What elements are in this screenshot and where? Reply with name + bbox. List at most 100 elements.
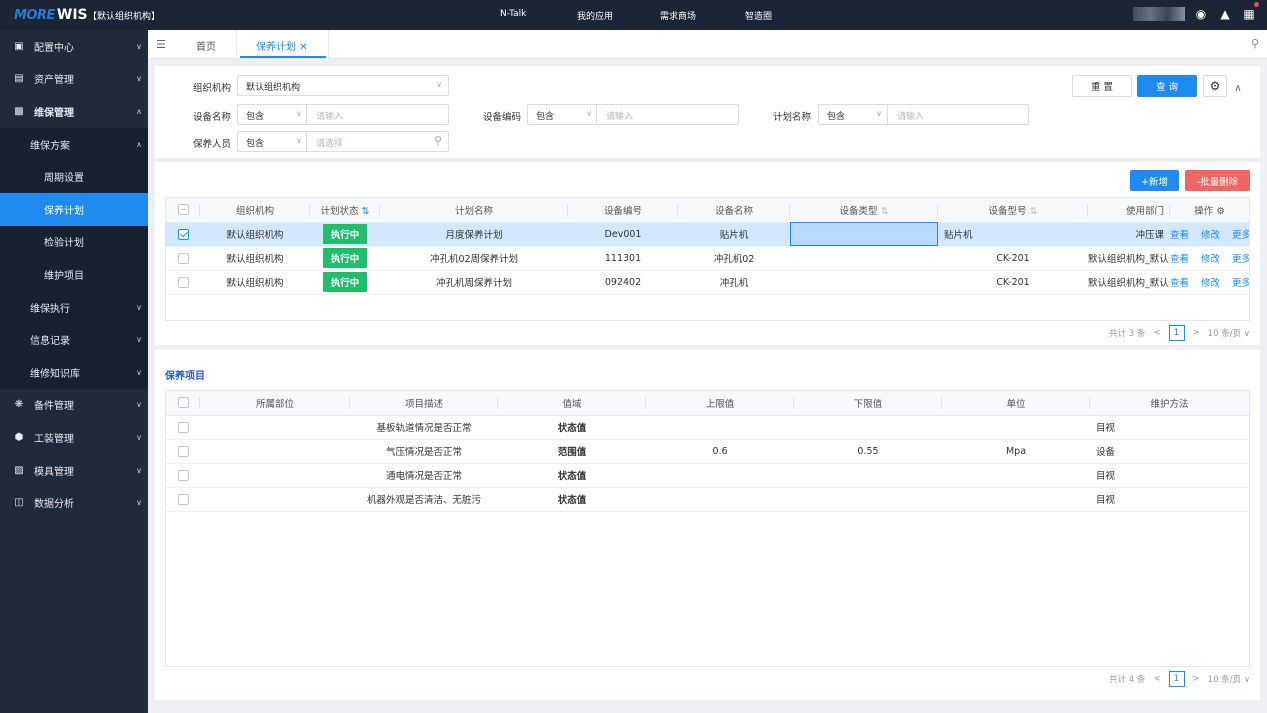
table-row[interactable]: 默认组织机构 执行中 月度保养计划 Dev001 贴片机 贴片机 冲压课 查看 修… [166,222,1249,247]
sidebar-item-assets[interactable]: ▤ 资产管理 ∨ [0,63,148,96]
nav-smart-circle[interactable]: 智造圈 [745,9,772,22]
more-link[interactable]: 更多∨ [1232,230,1249,241]
org-select[interactable]: 默认组织机构 ∨ [237,75,449,96]
view-link[interactable]: 查看 [1170,254,1189,265]
apps-icon[interactable]: ▦ [1241,2,1259,22]
select-all-checkbox[interactable] [177,204,189,216]
select-all-checkbox[interactable] [177,397,189,409]
table-row[interactable]: 机器外观是否清洁、无脏污 状态值 目视 [166,487,1249,512]
table-row[interactable]: 默认组织机构 执行中 冲孔机02周保养计划 111301 冲孔机02 CK-20… [166,246,1249,271]
sort-icon[interactable]: ⇅ [362,206,370,217]
sidebar-item-spare-parts[interactable]: ❋ 备件管理 ∨ [0,389,148,422]
col-header-unit: 单位 [942,391,1090,416]
more-link[interactable]: 更多∨ [1232,254,1249,265]
gear-icon[interactable]: ⚙ [1216,206,1225,217]
sidebar-item-maintenance-items[interactable]: 维护项目 [0,258,148,291]
sidebar-item-tooling[interactable]: ⬢ 工装管理 ∨ [0,421,148,454]
prev-page-icon[interactable]: < [1153,674,1160,684]
row-checkbox[interactable] [177,252,189,264]
current-org[interactable]: 【默认组织机构】 [88,9,160,22]
header-label: 设备编号 [603,205,642,217]
page-number[interactable]: 1 [1168,671,1185,687]
equip-name-op-select[interactable]: 包含 [246,109,264,122]
cell-lower [794,415,942,440]
row-checkbox[interactable] [177,469,189,481]
row-checkbox[interactable] [177,228,189,240]
sidebar-item-label: 维保管理 [34,107,74,119]
page-size-select[interactable]: 10 条/页 ∨ [1208,327,1250,339]
sort-icon[interactable]: ⇅ [1030,206,1038,217]
equip-name-input[interactable]: 请输入 [316,109,343,122]
sidebar-item-cycle-settings[interactable]: 周期设置 [0,160,148,193]
tab-home[interactable]: 首页 [196,38,216,53]
sidebar-item-config[interactable]: ▣ 配置中心 ∨ [0,30,148,63]
tab-upkeep-plan[interactable]: 保养计划 ✕ [256,38,308,53]
add-button[interactable]: +新增 [1130,170,1179,191]
cell-actions: 查看 修改 更多∨ [1170,270,1249,295]
table-row[interactable]: 基板轨道情况是否正常 状态值 目视 [166,415,1249,440]
table-row[interactable]: 默认组织机构 执行中 冲孔机周保养计划 092402 冲孔机 CK-201 默认… [166,270,1249,295]
nav-demand-market[interactable]: 需求商场 [660,9,696,22]
table-row[interactable]: 通电情况是否正常 状态值 目视 [166,463,1249,488]
nav-ntalk[interactable]: N-Talk [500,9,526,19]
table-row[interactable]: 气压情况是否正常 范围值 0.6 0.55 Mpa 设备 [166,439,1249,464]
plan-name-op-select[interactable]: 包含 [827,109,845,122]
edit-link[interactable]: 修改 [1201,230,1220,241]
equip-code-op-select[interactable]: 包含 [536,109,554,122]
sort-icon[interactable]: ⇅ [881,206,889,217]
sidebar-item-knowledge-base[interactable]: 维修知识库 ∨ [0,356,148,389]
edit-link[interactable]: 修改 [1201,278,1220,289]
shirt-icon[interactable]: ▲ [1217,6,1233,22]
reset-button[interactable]: 重 置 [1072,75,1132,97]
sidebar-item-molds[interactable]: ▨ 模具管理 ∨ [0,454,148,487]
user-icon[interactable]: ◉ [1193,6,1209,22]
logo[interactable]: MORE WIS [14,5,88,25]
menu-collapse-icon[interactable]: ☰ [156,38,166,51]
person-select[interactable]: 请选择 [316,136,343,149]
field-divider [306,132,307,151]
close-icon[interactable]: ✕ [299,42,307,53]
sidebar-item-label: 检验计划 [44,238,84,250]
col-header-dept: 使用部门 [1088,198,1170,223]
sidebar-item-info-records[interactable]: 信息记录 ∨ [0,323,148,356]
row-checkbox[interactable] [177,445,189,457]
row-checkbox[interactable] [177,421,189,433]
view-link[interactable]: 查看 [1170,230,1189,241]
search-icon[interactable]: ⚲ [1251,37,1259,50]
sidebar-item-inspection-plan[interactable]: 检验计划 [0,226,148,259]
equip-code-input[interactable]: 请输入 [606,109,633,122]
prev-page-icon[interactable]: < [1153,328,1160,338]
plan-name-input[interactable]: 请输入 [897,109,924,122]
more-link[interactable]: 更多∨ [1232,278,1249,289]
avatar[interactable] [1133,7,1185,21]
query-button[interactable]: 查 询 [1137,75,1197,97]
row-checkbox[interactable] [177,276,189,288]
sidebar-item-upkeep-plan[interactable]: 保养计划 [0,192,148,226]
col-header-equip-type[interactable]: 设备类型 ⇅ [790,198,938,223]
row-select [166,270,200,295]
col-header-status[interactable]: 计划状态 ⇅ [310,198,380,223]
sidebar-item-maintenance-exec[interactable]: 维保执行 ∨ [0,291,148,324]
collapse-filter-button[interactable]: ∧ [1231,77,1245,99]
next-page-icon[interactable]: > [1193,674,1200,684]
batch-delete-button[interactable]: -批量删除 [1185,170,1250,191]
page-size-select[interactable]: 10 条/页 ∨ [1208,673,1250,685]
next-page-icon[interactable]: > [1193,328,1200,338]
col-header-equip-code: 设备编号 [568,198,678,223]
view-link[interactable]: 查看 [1170,278,1189,289]
nav-my-apps[interactable]: 我的应用 [577,9,613,22]
row-checkbox[interactable] [177,493,189,505]
cell-unit: Mpa [942,439,1090,464]
search-icon[interactable]: ⚲ [434,134,442,147]
settings-button[interactable]: ⚙ [1203,75,1227,97]
col-header-equip-model[interactable]: 设备型号 ⇅ [938,198,1088,223]
edit-link[interactable]: 修改 [1201,254,1220,265]
sidebar-item-maintenance[interactable]: ▩ 维保管理 ∧ [0,95,148,128]
page-number[interactable]: 1 [1168,325,1185,341]
cell-equip-type[interactable] [790,222,938,247]
person-op-select[interactable]: 包含 [246,136,264,149]
sidebar-item-maintenance-plan[interactable]: 维保方案 ∧ [0,128,148,161]
header-label: 下限值 [853,398,883,410]
sidebar-item-data-analysis[interactable]: ◫ 数据分析 ∨ [0,486,148,519]
page-size-label: 10 条/页 [1207,675,1242,685]
